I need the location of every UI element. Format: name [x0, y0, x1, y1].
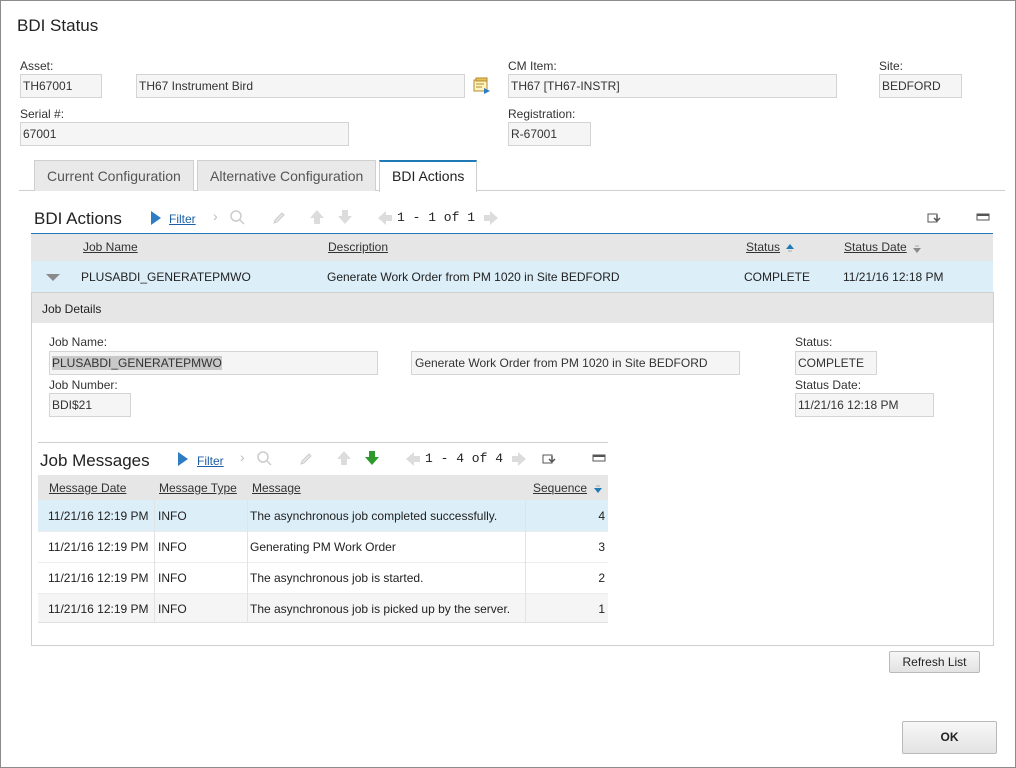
col-status[interactable]: Status	[746, 240, 780, 254]
row-status-date: 11/21/16 12:18 PM	[843, 270, 944, 284]
edit-icon[interactable]	[271, 210, 287, 226]
job-number-label: Job Number:	[49, 378, 118, 392]
sort-descending-icon[interactable]	[912, 243, 922, 257]
messages-filter-toggle-icon[interactable]	[177, 451, 193, 467]
messages-next-page-icon[interactable]	[511, 451, 527, 467]
messages-chevron-right-icon[interactable]: ›	[240, 449, 245, 465]
column-divider	[525, 500, 526, 623]
asset-field[interactable]: TH67001	[20, 74, 102, 98]
messages-filter-link[interactable]: Filter	[197, 454, 224, 468]
collapse-icon[interactable]	[976, 211, 992, 227]
download-icon[interactable]	[927, 210, 943, 226]
col-message[interactable]: Message	[252, 481, 301, 495]
serial-field[interactable]: 67001	[20, 122, 349, 146]
column-divider	[154, 500, 155, 623]
ok-button[interactable]: OK	[902, 721, 997, 754]
col-job-name[interactable]: Job Name	[83, 240, 138, 254]
tab-alternative-configuration[interactable]: Alternative Configuration	[197, 160, 377, 191]
messages-arrow-down-icon[interactable]	[364, 450, 380, 466]
job-messages-topline	[38, 442, 608, 443]
message-type: INFO	[158, 540, 187, 554]
job-number-field[interactable]: BDI$21	[49, 393, 131, 417]
cm-item-label: CM Item:	[508, 59, 557, 73]
job-name-field[interactable]: PLUSABDI_GENERATEPMWO	[49, 351, 378, 375]
col-message-date[interactable]: Message Date	[49, 481, 126, 495]
tab-current-configuration[interactable]: Current Configuration	[34, 160, 194, 191]
messages-arrow-up-icon[interactable]	[336, 450, 352, 466]
message-type: INFO	[158, 571, 187, 585]
bdi-status-dialog: BDI Status Asset: TH67001 TH67 Instrumen…	[0, 0, 1016, 768]
messages-collapse-icon[interactable]	[592, 452, 608, 468]
arrow-up-icon[interactable]	[309, 209, 325, 225]
message-date: 11/21/16 12:19 PM	[48, 509, 149, 523]
col-message-type[interactable]: Message Type	[159, 481, 237, 495]
job-messages-title: Job Messages	[40, 451, 150, 470]
cm-item-field[interactable]: TH67 [TH67-INSTR]	[508, 74, 837, 98]
registration-field[interactable]: R-67001	[508, 122, 591, 146]
next-page-icon[interactable]	[483, 210, 499, 226]
message-text: The asynchronous job is started.	[250, 571, 424, 585]
detail-lookup-icon[interactable]	[473, 77, 491, 95]
arrow-down-icon[interactable]	[337, 209, 353, 225]
message-date: 11/21/16 12:19 PM	[48, 602, 149, 616]
tab-bdi-actions[interactable]: BDI Actions	[379, 160, 478, 192]
col-status-date[interactable]: Status Date	[844, 240, 907, 254]
message-text: The asynchronous job is picked up by the…	[250, 602, 511, 616]
messages-search-icon[interactable]	[256, 450, 272, 466]
message-date: 11/21/16 12:19 PM	[48, 540, 149, 554]
messages-edit-icon[interactable]	[298, 451, 314, 467]
messages-previous-page-icon[interactable]	[405, 451, 421, 467]
row-expanded-icon[interactable]	[45, 271, 61, 285]
message-type: INFO	[158, 509, 187, 523]
job-status-label: Status:	[795, 335, 833, 349]
message-sequence: 4	[598, 509, 605, 523]
refresh-list-button[interactable]: Refresh List	[889, 651, 980, 673]
site-label: Site:	[879, 59, 904, 73]
row-description: Generate Work Order from PM 1020 in Site…	[327, 270, 620, 284]
message-sequence: 1	[598, 602, 605, 616]
dialog-title: BDI Status	[17, 16, 99, 35]
search-icon[interactable]	[229, 209, 245, 225]
asset-description-field[interactable]: TH67 Instrument Bird	[136, 74, 465, 98]
message-text: Generating PM Work Order	[250, 540, 396, 554]
message-date: 11/21/16 12:19 PM	[48, 571, 149, 585]
job-status-date-label: Status Date:	[795, 378, 862, 392]
column-divider	[247, 500, 248, 623]
sequence-sort-icon[interactable]	[593, 483, 603, 498]
job-status-date-field[interactable]: 11/21/16 12:18 PM	[795, 393, 934, 417]
job-description-field[interactable]: Generate Work Order from PM 1020 in Site…	[411, 351, 740, 375]
messages-pager: 1 - 4 of 4	[425, 451, 504, 466]
job-name-value: PLUSABDI_GENERATEPMWO	[52, 356, 222, 370]
message-text: The asynchronous job completed successfu…	[250, 509, 498, 523]
job-details-title: Job Details	[42, 302, 102, 316]
serial-label: Serial #:	[20, 107, 65, 121]
bdi-filter-link[interactable]: Filter	[169, 212, 196, 226]
job-name-label: Job Name:	[49, 335, 108, 349]
job-status-field[interactable]: COMPLETE	[795, 351, 877, 375]
message-type: INFO	[158, 602, 187, 616]
row-status: COMPLETE	[744, 270, 811, 284]
job-details-header	[32, 293, 993, 323]
filter-toggle-icon[interactable]	[150, 210, 166, 226]
col-description[interactable]: Description	[328, 240, 388, 254]
row-job-name: PLUSABDI_GENERATEPMWO	[81, 270, 251, 284]
col-sequence[interactable]: Sequence	[533, 481, 587, 495]
message-sequence: 2	[598, 571, 605, 585]
chevron-right-icon[interactable]: ›	[213, 208, 218, 224]
registration-label: Registration:	[508, 107, 576, 121]
message-sequence: 3	[598, 540, 605, 554]
sort-ascending-icon[interactable]	[785, 242, 795, 256]
bdi-pager: 1 - 1 of 1	[397, 210, 476, 225]
asset-label: Asset:	[20, 59, 54, 73]
bdi-actions-title: BDI Actions	[34, 209, 122, 228]
site-field[interactable]: BEDFORD	[879, 74, 962, 98]
messages-download-icon[interactable]	[542, 451, 558, 467]
previous-page-icon[interactable]	[377, 210, 393, 226]
